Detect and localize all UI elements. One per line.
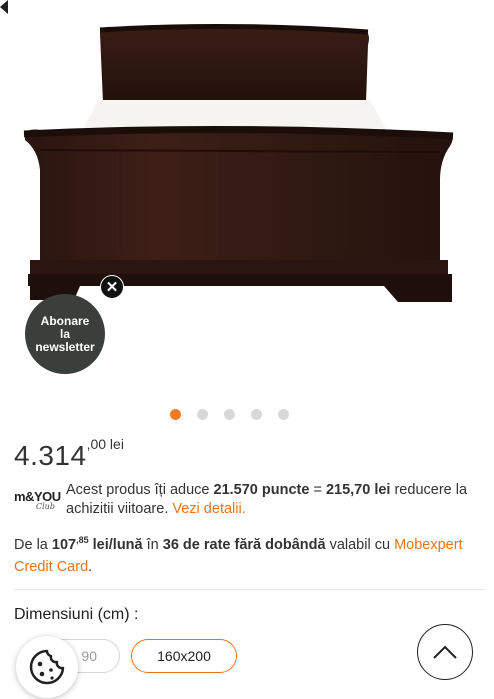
divider [14,589,484,590]
carousel-dots [170,409,289,420]
carousel-dot[interactable] [197,409,208,420]
chevron-up-icon [433,645,457,659]
points-details-link[interactable]: Vezi detalii. [172,501,245,517]
carousel-dot[interactable] [170,409,181,420]
carousel-dot[interactable] [251,409,262,420]
carousel-dot[interactable] [278,409,289,420]
next-arrow-icon[interactable] [0,0,8,14]
price-decimals: ,00 lei [86,435,124,452]
installment-amount: 107,85 lei/lună [51,535,143,553]
carousel-dot[interactable] [224,409,235,420]
loyalty-points-row: m&YOU Club Acest produs îți aduce 21.570… [14,481,484,519]
dimensions-title: Dimensiuni (cm) : [14,606,139,623]
close-icon[interactable]: ✕ [100,275,124,299]
points-text: Acest produs îți aduce 21.570 puncte = 2… [66,482,468,517]
installments-info: De la 107,85 lei/lună în 36 de rate fără… [14,535,463,575]
price-integer: 4.314 [14,440,87,471]
newsletter-subscribe-badge[interactable]: Abonare la newsletter [25,294,105,374]
scroll-to-top-button[interactable] [417,624,473,680]
newsletter-line2: la [59,326,70,341]
cookie-settings-button[interactable] [16,636,78,698]
newsletter-line1: Abonare [40,313,90,328]
points-value: 21.570 puncte [213,482,310,498]
installment-count: 36 de rate fără dobândă [162,536,326,553]
product-price: 4.314,00 lei [14,436,124,472]
newsletter-line3: newsletter [35,339,95,354]
myou-club-logo: m&YOU Club [14,489,61,511]
size-option-160x200[interactable]: 160x200 [131,639,237,673]
points-lei-value: 215,70 lei [325,482,391,498]
cookie-icon [29,649,65,685]
